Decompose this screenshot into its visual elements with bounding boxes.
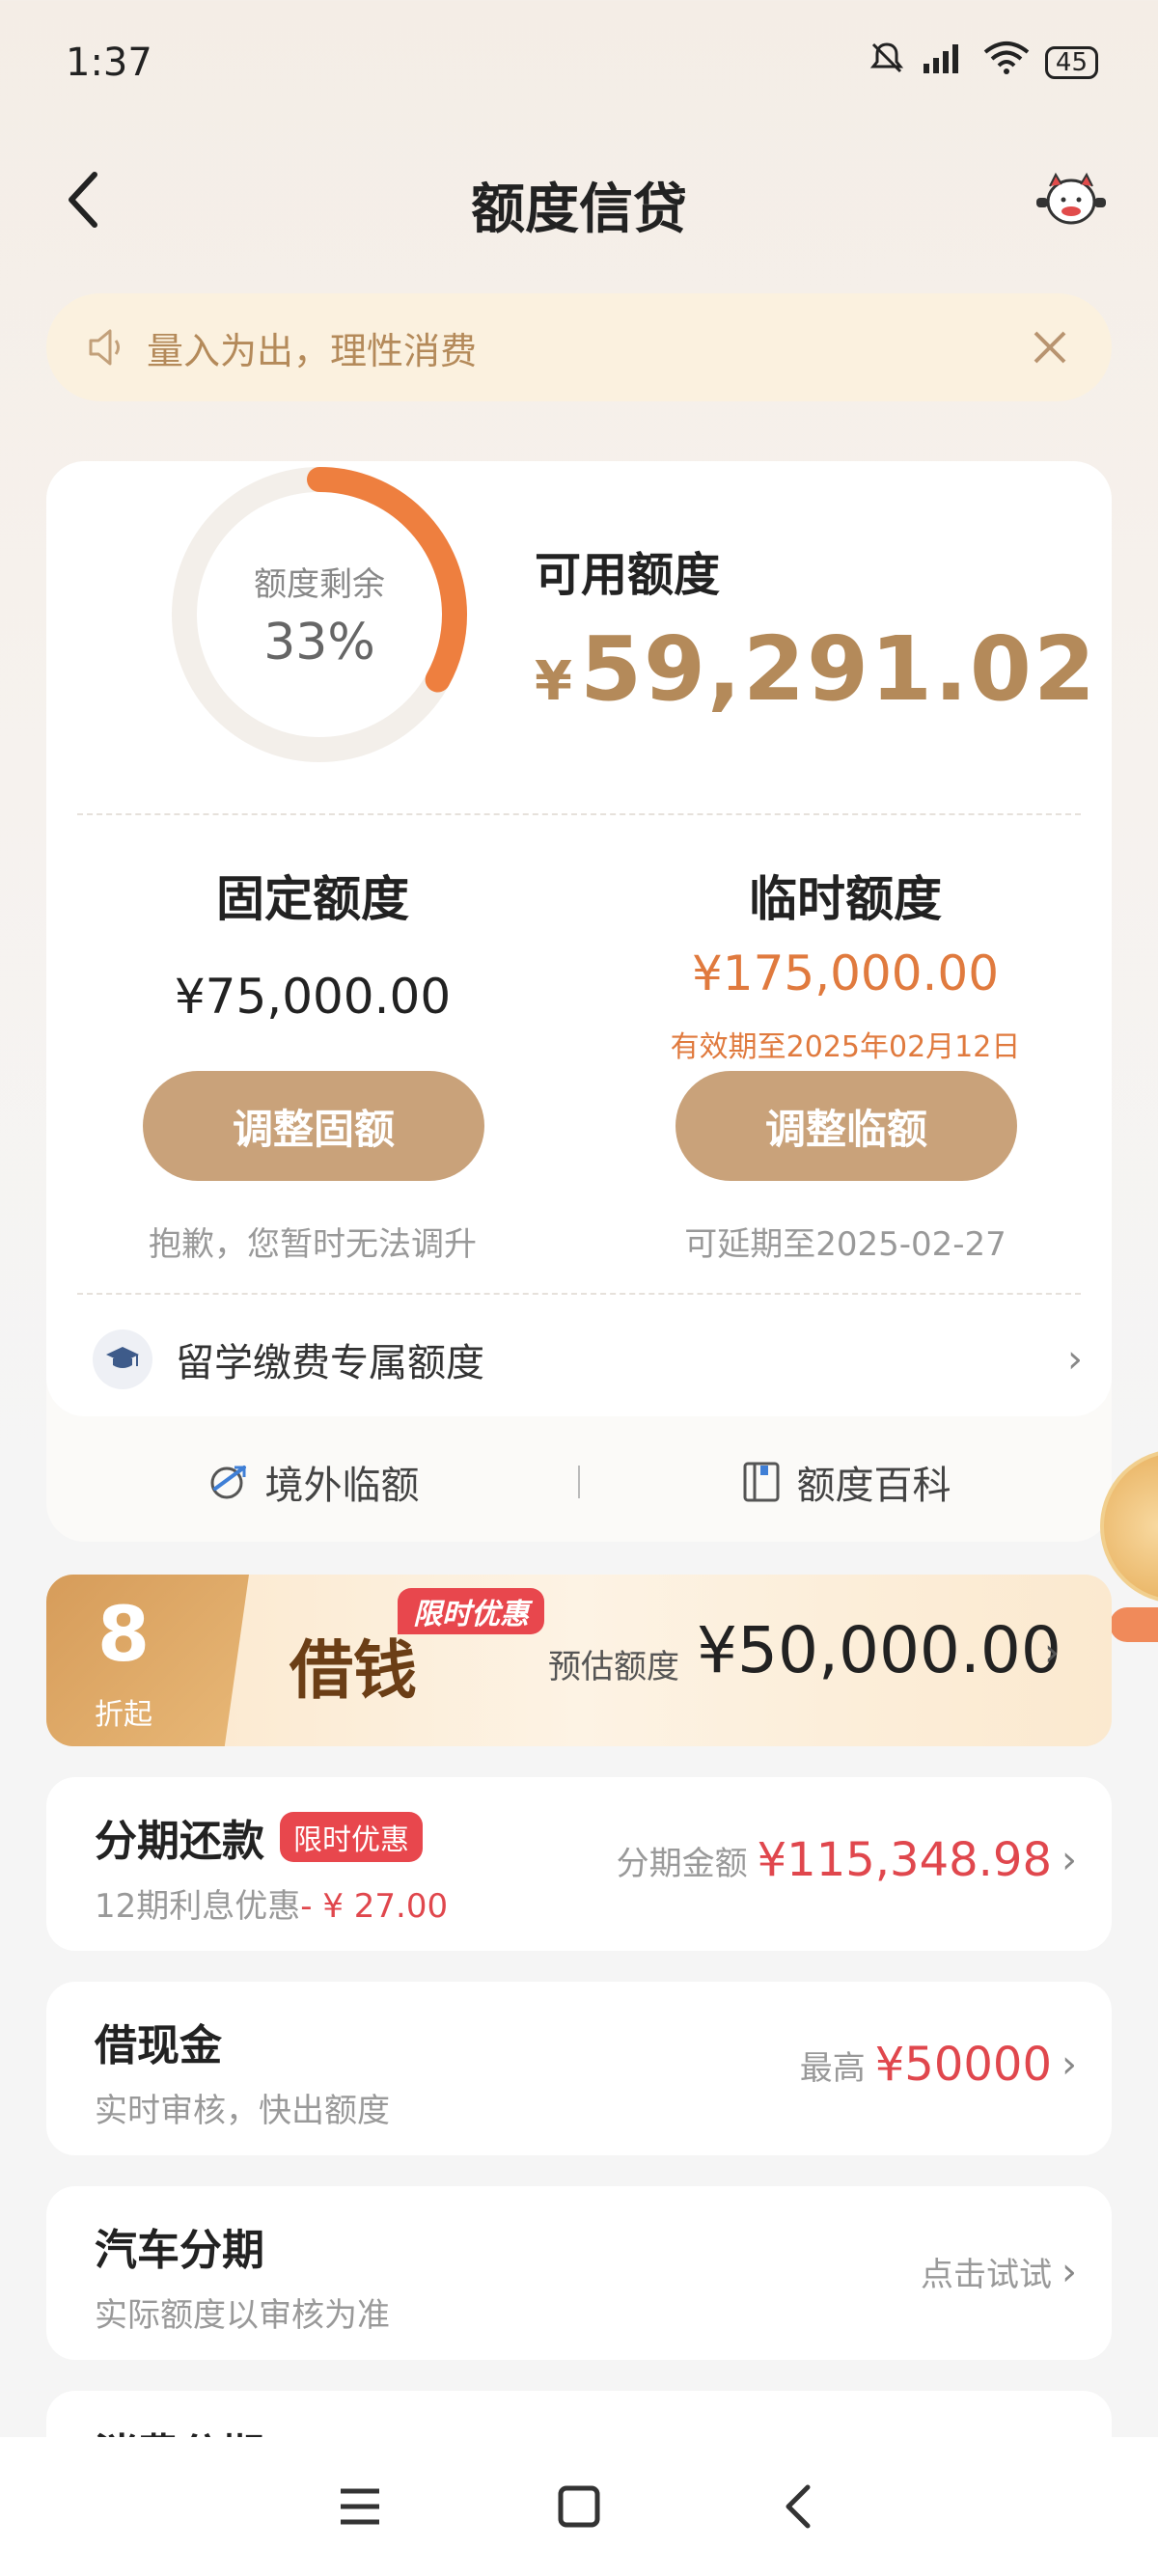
available-amount-value: 59,291.02 <box>579 617 1097 721</box>
available-currency: ¥ <box>535 650 574 713</box>
temp-limit-validity: 有效期至2025年02月12日 <box>670 1030 1021 1064</box>
estimate-amount: ¥50,000.00 <box>697 1613 1062 1687</box>
battery-icon: 45 <box>1044 45 1098 79</box>
cash-right: 最高 ¥50000 › <box>800 2038 1077 2092</box>
installment-card[interactable]: 分期还款 限时优惠 12期利息优惠- ¥ 27.00 分期金额 ¥115,348… <box>46 1777 1112 1951</box>
back-button[interactable] <box>60 166 106 233</box>
temp-limit-amount: ¥175,000.00 <box>691 945 1000 1001</box>
fixed-limit-note: 抱歉，您暂时无法调升 <box>149 1225 477 1264</box>
ring-percent: 33% <box>263 614 375 671</box>
divider <box>77 813 1081 815</box>
overseas-temp-label: 境外临额 <box>264 1464 420 1508</box>
speaker-icon <box>89 329 120 366</box>
limit-wiki-link[interactable]: 额度百科 <box>580 1454 1112 1510</box>
chevron-right-icon: › <box>1044 1631 1060 1675</box>
notice-close-button[interactable] <box>1027 324 1073 370</box>
installment-discount: - ¥ 27.00 <box>300 1887 449 1926</box>
globe-plane-icon <box>210 1466 246 1499</box>
available-amount: ¥59,291.02 <box>535 617 1097 721</box>
car-title: 汽车分期 <box>95 2226 264 2275</box>
installment-title: 分期还款 <box>95 1817 264 1866</box>
floating-promo-tag[interactable] <box>1110 1607 1158 1642</box>
adjust-fixed-button[interactable]: 调整固额 <box>143 1071 484 1181</box>
notice-text: 量入为出，理性消费 <box>147 329 478 372</box>
back-nav-button[interactable] <box>769 2478 827 2535</box>
home-nav-button[interactable] <box>550 2478 608 2535</box>
system-nav-bar <box>0 2437 1158 2576</box>
discount-unit: 折起 <box>95 1698 152 1732</box>
card-footer-links: 境外临额 额度百科 <box>46 1443 1112 1521</box>
discount-number: 8 <box>96 1592 151 1679</box>
ring-label: 额度剩余 <box>254 565 385 604</box>
menu-icon <box>341 2488 380 2525</box>
cash-right-label: 最高 <box>799 2048 866 2088</box>
wifi-icon <box>981 39 1032 86</box>
mute-icon <box>868 39 906 86</box>
graduation-cap-icon <box>93 1329 152 1389</box>
car-installment-card[interactable]: 汽车分期 实际额度以审核为准 点击试试 › <box>46 2186 1112 2360</box>
car-right-label: 点击试试 <box>921 2256 1052 2294</box>
cash-title: 借现金 <box>95 2021 222 2070</box>
back-triangle-icon <box>786 2484 811 2529</box>
installment-sub-row: 12期利息优惠- ¥ 27.00 <box>95 1879 448 1927</box>
installment-tag: 限时优惠 <box>280 1812 423 1862</box>
temp-limit-note: 可延期至2025-02-27 <box>684 1225 1006 1264</box>
menu-nav-button[interactable] <box>331 2478 389 2535</box>
cash-loan-card[interactable]: 借现金 实时审核，快出额度 最高 ¥50000 › <box>46 1982 1112 2155</box>
mascot-icon <box>1036 172 1106 225</box>
cash-sub: 实时审核，快出额度 <box>95 2092 390 2130</box>
available-label: 可用额度 <box>535 548 721 602</box>
overseas-temp-link[interactable]: 境外临额 <box>46 1454 578 1510</box>
adjust-temp-button[interactable]: 调整临额 <box>676 1071 1017 1181</box>
notice-bar: 量入为出，理性消费 <box>46 293 1112 401</box>
chevron-right-icon: › <box>1062 2249 1077 2294</box>
installment-sub: 12期利息优惠 <box>95 1887 301 1926</box>
fixed-limit-title: 固定额度 <box>216 871 409 927</box>
installment-right: 分期金额 ¥115,348.98 › <box>617 1833 1077 1887</box>
installment-title-row: 分期还款 限时优惠 <box>95 1806 423 1868</box>
cash-right-value: ¥50000 <box>874 2038 1052 2092</box>
book-icon <box>743 1462 779 1502</box>
fixed-limit-amount: ¥75,000.00 <box>174 969 452 1025</box>
installment-right-value: ¥115,348.98 <box>757 1833 1052 1887</box>
study-abroad-limit-row[interactable]: 留学缴费专属额度 › <box>93 1326 1083 1393</box>
home-square-icon <box>558 2485 600 2528</box>
back-arrow-icon <box>69 172 97 228</box>
chevron-right-icon: › <box>1062 2042 1077 2087</box>
status-time: 1:37 <box>66 41 152 85</box>
limited-offer-tag: 限时优惠 <box>398 1588 544 1634</box>
close-icon <box>1034 331 1066 364</box>
status-icons: 45 <box>868 39 1098 86</box>
installment-right-label: 分期金额 <box>616 1844 748 1883</box>
chevron-right-icon: › <box>1067 1337 1083 1382</box>
car-sub: 实际额度以审核为准 <box>95 2296 390 2335</box>
study-abroad-label: 留学缴费专属额度 <box>176 1341 484 1385</box>
page-title: 额度信贷 <box>471 178 687 241</box>
car-right: 点击试试 › <box>921 2248 1077 2295</box>
mascot-button[interactable] <box>1033 166 1110 233</box>
chevron-right-icon: › <box>1062 1838 1077 1882</box>
limit-wiki-label: 额度百科 <box>796 1464 951 1508</box>
divider <box>77 1293 1081 1295</box>
estimate-label: 预估额度 <box>548 1648 679 1686</box>
signal-icon <box>920 39 968 86</box>
temp-limit-title: 临时额度 <box>749 871 942 927</box>
